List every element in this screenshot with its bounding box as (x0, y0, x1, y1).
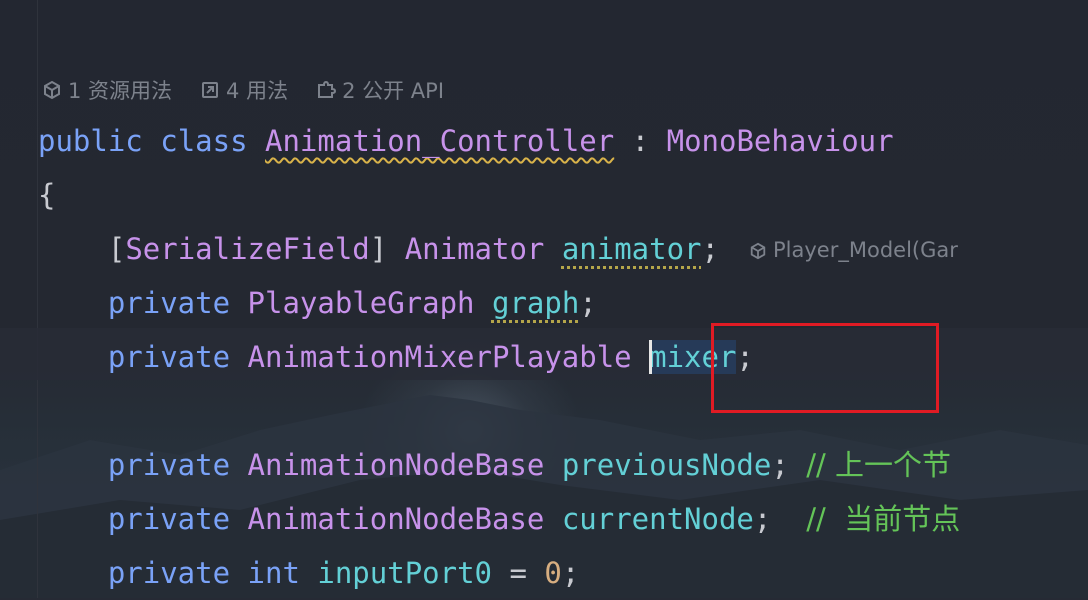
text-caret (649, 340, 653, 374)
equals: = (492, 556, 545, 590)
unity-inlay-hint[interactable]: Player_Model(Gar (749, 238, 958, 262)
unity-icon (44, 80, 60, 100)
code-line-current-node: private AnimationNodeBase currentNode; /… (38, 492, 960, 546)
code-line-mixer: private AnimationMixerPlayable mixer; (38, 330, 754, 384)
inlay-hint-label: Player_Model(Gar (773, 238, 958, 262)
attribute-name[interactable]: SerializeField (125, 232, 369, 266)
code-line-input-port: private int inputPort0 = 0; (38, 546, 579, 600)
usages-label: 4 用法 (226, 79, 289, 103)
graph-type[interactable]: PlayableGraph (248, 286, 475, 320)
keyword-private: private (107, 340, 231, 374)
semicolon: ; (771, 448, 789, 482)
keyword-int: int (247, 556, 300, 590)
node-type[interactable]: AnimationNodeBase (248, 448, 545, 482)
current-node-field[interactable]: currentNode (562, 502, 754, 536)
asset-usages-hint[interactable]: 1 资源用法 (42, 75, 172, 105)
code-line-open-brace: { (38, 168, 55, 222)
code-line-class-declaration: public class Animation_Controller : Mono… (38, 114, 894, 168)
keyword-private: private (107, 502, 231, 536)
usages-arrow-icon (202, 82, 219, 98)
keyword-class: class (160, 124, 248, 158)
colon: : (614, 124, 667, 158)
open-brace: { (38, 178, 56, 212)
semicolon: ; (701, 232, 719, 266)
code-line-animator: [SerializeField] Animator animator; Playe… (38, 222, 958, 276)
code-line-graph: private PlayableGraph graph; (38, 276, 597, 330)
mixer-type[interactable]: AnimationMixerPlayable (248, 340, 632, 374)
animator-type[interactable]: Animator (405, 232, 545, 266)
annotation-highlight-box (711, 323, 939, 413)
usages-hint[interactable]: 4 用法 (200, 75, 288, 105)
keyword-private: private (107, 556, 231, 590)
node-type[interactable]: AnimationNodeBase (248, 502, 545, 536)
semicolon: ; (561, 556, 580, 590)
animator-field[interactable]: animator (562, 232, 702, 266)
number-zero: 0 (544, 556, 562, 590)
previous-node-comment: // 上一个节 (806, 448, 952, 482)
previous-node-field[interactable]: previousNode (562, 448, 772, 482)
unity-icon (750, 242, 766, 260)
public-api-label: 2 公开 API (342, 79, 445, 103)
semicolon: ; (753, 502, 772, 536)
keyword-private: private (107, 448, 231, 482)
code-line-previous-node: private AnimationNodeBase previousNode; … (38, 438, 951, 492)
semicolon: ; (579, 286, 597, 320)
base-class[interactable]: MonoBehaviour (667, 124, 894, 158)
current-node-comment: // 当前节点 (806, 502, 961, 536)
public-api-hint[interactable]: 2 公开 API (316, 75, 444, 105)
code-vision-hints: 1 资源用法 4 用法 2 公开 API (42, 76, 472, 104)
input-port-field[interactable]: inputPort0 (317, 556, 492, 590)
graph-field[interactable]: graph (492, 286, 579, 320)
class-name[interactable]: Animation_Controller (265, 124, 614, 158)
attribute-open: [ (107, 232, 126, 266)
keyword-private: private (107, 286, 231, 320)
keyword-public: public (38, 124, 143, 158)
public-api-icon (318, 80, 337, 98)
attribute-close: ] (369, 232, 388, 266)
asset-usages-label: 1 资源用法 (68, 79, 173, 103)
